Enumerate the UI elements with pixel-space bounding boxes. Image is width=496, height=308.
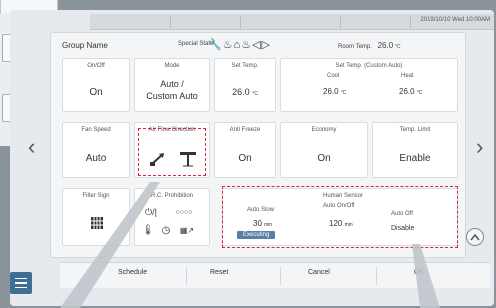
fan-speed-title: Fan Speed [81,127,111,133]
rc-prohibition-tile[interactable]: R.C. Prohibition ⏻/| ○○○○ 🌡 ◷ ▦↗ [134,188,210,246]
set-temp-value: 26.0 [232,87,250,97]
set-temp-tile[interactable]: Set Temp. 26.0 °C [214,58,276,112]
cool-value-wrap: 26.0 °C [323,87,346,96]
group-name: Group Name [62,41,108,50]
heat-value-wrap: 26.0 °C [399,87,422,96]
highlight-air-flow [138,128,206,176]
datetime: 2019/10/10 Wed 10:00AM [420,17,490,23]
room-temp-value: 26.0 [377,41,394,50]
fan-speed-tile[interactable]: Fan Speed Auto [62,122,130,178]
chevron-right-icon[interactable]: › [476,134,483,160]
timer-prohibit-icon: ◷ [161,224,171,236]
anti-freeze-value: On [238,153,252,164]
heat-label: Heat [401,73,414,79]
set-temp-custom-title: Set Temp. (Custom Auto) [335,63,403,69]
temp-limit-value: Enable [399,153,431,164]
room-temp-unit: °C [394,44,401,50]
fan-prohibit-icon: ▦↗ [179,225,195,235]
filter-sign-title: Filter Sign [82,193,110,199]
economy-title: Economy [311,127,337,133]
rc-prohibition-title: R.C. Prohibition [150,193,194,199]
power-prohibit-icon: ⏻/| [145,206,157,217]
set-temp-title: Set Temp. [231,63,259,69]
room-temp: Room Temp. 26.0 °C [338,41,400,50]
fan-speed-value: Auto [85,153,107,164]
filter-icon [86,213,108,233]
onoff-value: On [89,87,103,98]
onoff-tile[interactable]: On/Off On [62,58,130,112]
mode-value-line2: Custom Auto [146,91,198,101]
anti-freeze-title: Anti Freeze [229,127,261,133]
heat-value: 26.0 [399,87,415,96]
reset-button[interactable]: Reset [210,269,228,276]
cancel-button[interactable]: Cancel [308,269,330,276]
mode-prohibit-icon: ○○○○ [175,208,193,216]
bottom-bar: Schedule Reset Cancel OK [60,262,490,288]
set-temp-unit: °C [252,91,258,97]
ok-button[interactable]: OK [414,269,424,276]
chevron-up-icon[interactable] [466,228,484,246]
mode-title: Mode [164,63,180,69]
status-bar: 2019/10/10 Wed 10:00AM [90,14,494,30]
special-state-icons: 🔧♨⌂♨◁▷ [208,39,271,51]
economy-tile[interactable]: Economy On [280,122,368,178]
filter-sign-tile[interactable]: Filter Sign [62,188,130,246]
mode-value-line1: Auto / [160,79,184,89]
anti-freeze-tile[interactable]: Anti Freeze On [214,122,276,178]
highlight-human-sensor [222,186,458,248]
mode-tile[interactable]: Mode Auto / Custom Auto [134,58,210,112]
economy-value: On [317,153,331,164]
temp-limit-tile[interactable]: Temp. Limit Enable [372,122,458,178]
set-temp-value-wrap: 26.0 °C [215,87,275,97]
cool-value: 26.0 [323,87,339,96]
cool-label: Cool [327,73,340,79]
temp-limit-title: Temp. Limit [399,127,431,133]
onoff-title: On/Off [87,63,105,69]
room-temp-label: Room Temp. [338,44,372,50]
group-header: Group Name Special State 🔧♨⌂♨◁▷ Room Tem… [58,38,462,54]
temp-prohibit-icon: 🌡 [141,224,155,236]
chevron-left-icon[interactable]: ‹ [28,134,35,160]
set-temp-custom-tile[interactable]: Set Temp. (Custom Auto) Cool Heat 26.0 °… [280,58,458,112]
cool-unit: °C [340,90,347,96]
schedule-button[interactable]: Schedule [118,269,147,276]
hamburger-menu-icon[interactable] [10,272,32,294]
heat-unit: °C [416,90,423,96]
